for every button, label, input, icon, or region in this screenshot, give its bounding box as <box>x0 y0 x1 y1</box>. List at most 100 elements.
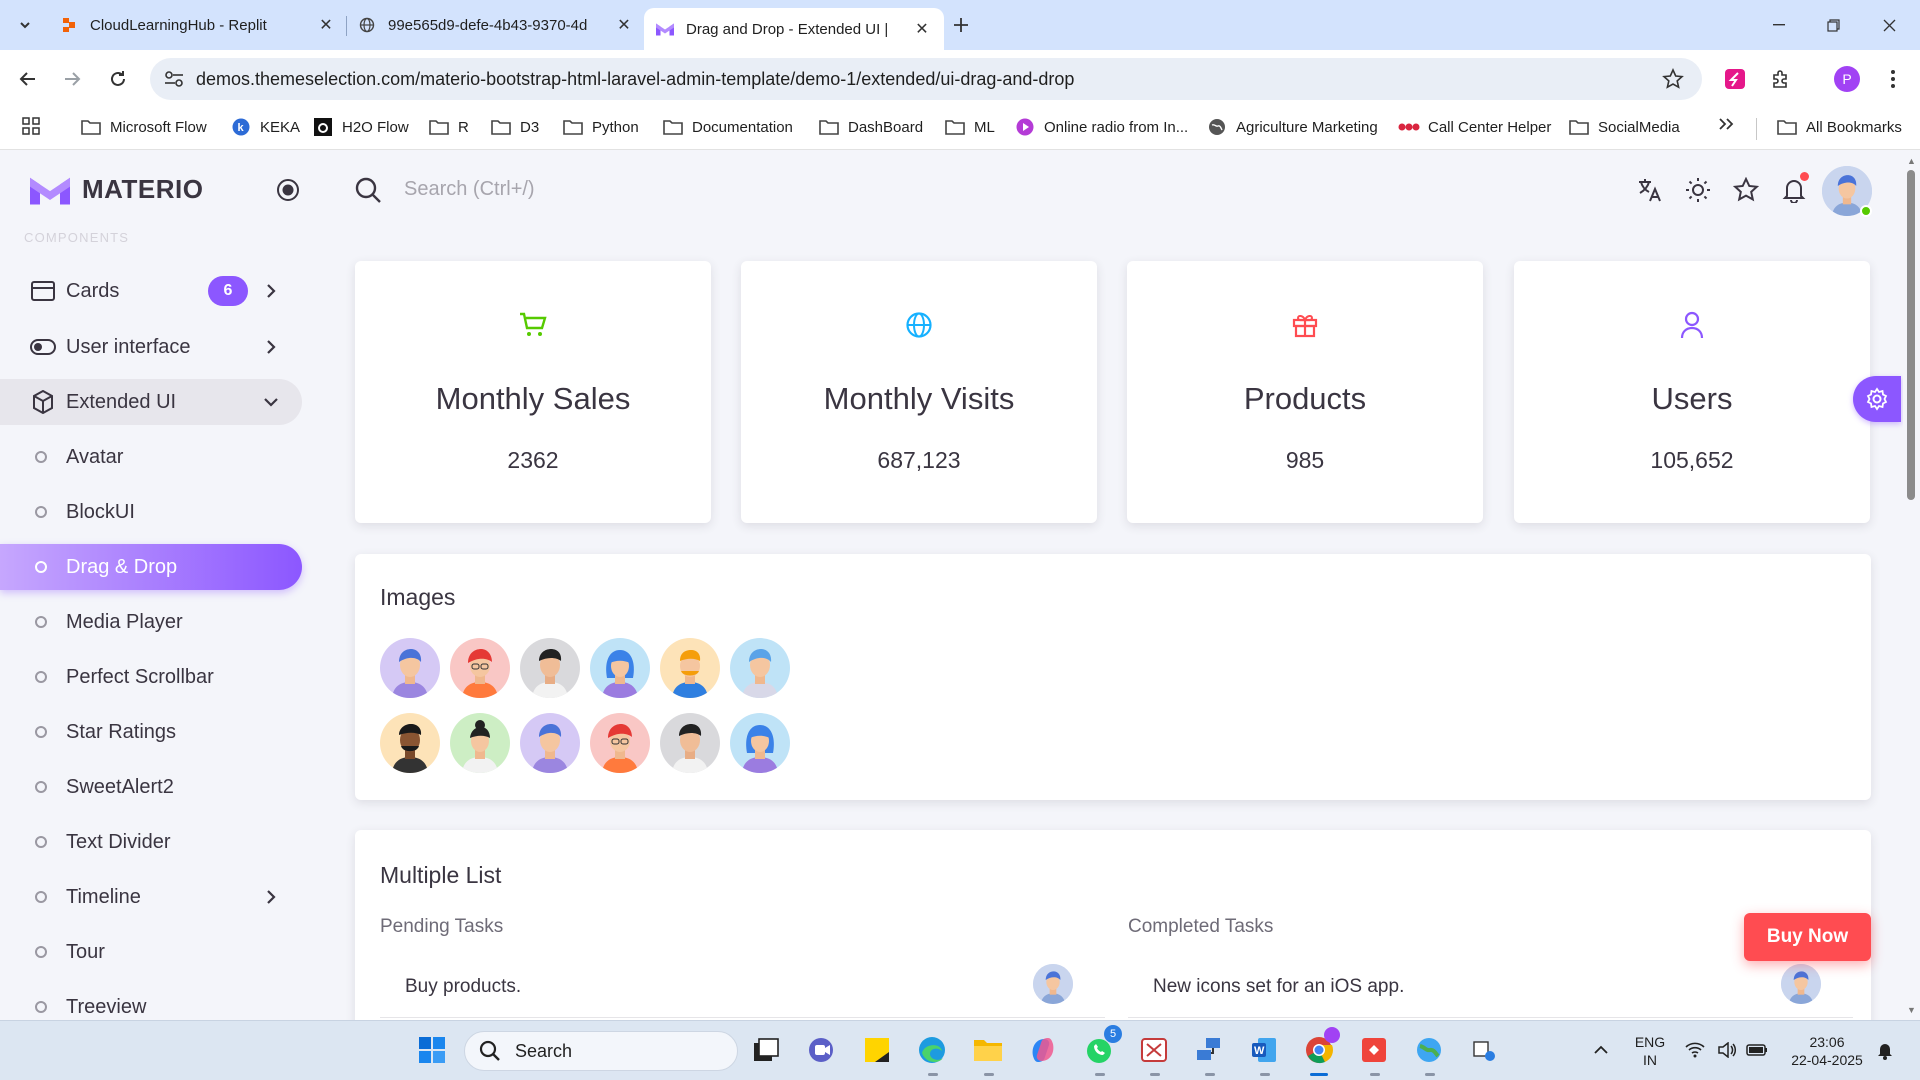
stat-card-products[interactable]: Products 985 <box>1127 261 1483 523</box>
theme-toggle-button[interactable] <box>1684 176 1712 204</box>
task-view-button[interactable] <box>747 1031 785 1069</box>
draggable-avatar[interactable] <box>520 713 580 773</box>
word-button[interactable]: W <box>1245 1031 1283 1069</box>
bookmark-dashboard[interactable]: DashBoard <box>818 117 923 137</box>
all-bookmarks-button[interactable]: All Bookmarks <box>1776 117 1902 137</box>
draggable-avatar[interactable] <box>590 713 650 773</box>
address-bar[interactable]: demos.themeselection.com/materio-bootstr… <box>150 58 1702 100</box>
restore-button[interactable] <box>1810 10 1856 40</box>
draggable-avatar[interactable] <box>380 638 440 698</box>
bookmark-star-icon[interactable] <box>1662 68 1684 90</box>
draggable-avatar[interactable] <box>450 638 510 698</box>
tab-replit[interactable]: CloudLearningHub - Replit ✕ <box>48 8 348 42</box>
scroll-up-arrow[interactable]: ▲ <box>1905 154 1918 167</box>
file-explorer-button[interactable] <box>969 1031 1007 1069</box>
sidebar-item-sweetalert2[interactable]: SweetAlert2 <box>0 764 302 810</box>
bookmark-documentation[interactable]: Documentation <box>662 117 793 137</box>
chrome-button[interactable] <box>1300 1027 1340 1069</box>
taskbar-search[interactable]: Search <box>464 1031 738 1071</box>
sidebar-toggle-button[interactable] <box>276 178 300 202</box>
battery-button[interactable] <box>1738 1031 1776 1069</box>
stat-card-monthly-sales[interactable]: Monthly Sales 2362 <box>355 261 711 523</box>
more-bookmarks-button[interactable] <box>1718 117 1734 131</box>
bookmark-socialmedia[interactable]: SocialMedia <box>1568 117 1680 137</box>
list-item[interactable]: New icons set for an iOS app. <box>1128 956 1853 1018</box>
site-settings-icon[interactable] <box>164 70 184 88</box>
template-customizer-button[interactable] <box>1853 376 1901 422</box>
profile-button[interactable]: P <box>1832 64 1862 94</box>
draggable-avatar[interactable] <box>730 638 790 698</box>
language-button[interactable] <box>1636 176 1664 204</box>
scrollbar-thumb[interactable] <box>1907 170 1915 500</box>
clock[interactable]: 23:06 22-04-2025 <box>1782 1033 1872 1069</box>
reload-button[interactable] <box>102 63 134 95</box>
url-text[interactable]: demos.themeselection.com/materio-bootstr… <box>196 69 1074 90</box>
show-hidden-icons-button[interactable] <box>1582 1031 1620 1069</box>
bookmark-microsoft-flow[interactable]: Microsoft Flow <box>80 117 207 137</box>
draggable-avatar[interactable] <box>660 638 720 698</box>
draggable-avatar[interactable] <box>450 713 510 773</box>
draggable-avatar[interactable] <box>660 713 720 773</box>
sidebar-item-treeview[interactable]: Treeview <box>0 984 302 1020</box>
brand-logo[interactable]: MATERIO <box>30 174 203 205</box>
search-input[interactable]: Search (Ctrl+/) <box>404 178 535 201</box>
bookmark-keka[interactable]: k KEKA <box>230 117 300 137</box>
sidebar-item-text-divider[interactable]: Text Divider <box>0 819 302 865</box>
apps-button[interactable] <box>22 117 40 135</box>
language-indicator[interactable]: ENG IN <box>1630 1033 1670 1069</box>
search-icon[interactable] <box>354 176 382 204</box>
bookmark-call-center-helper[interactable]: Call Center Helper <box>1398 117 1551 137</box>
bookmark-h2o-flow[interactable]: H2O Flow <box>312 117 409 137</box>
bookmark-agriculture-marketing[interactable]: Agriculture Marketing <box>1206 117 1378 137</box>
extensions-menu-button[interactable] <box>1766 64 1796 94</box>
tab-uuid[interactable]: 99e565d9-defe-4b43-9370-4d ✕ <box>346 8 646 42</box>
sidebar-item-extended-ui[interactable]: Extended UI <box>0 379 302 425</box>
teams-button[interactable] <box>803 1031 841 1069</box>
app-globe-button[interactable] <box>1410 1031 1448 1069</box>
sidebar-item-avatar[interactable]: Avatar <box>0 434 302 480</box>
draggable-avatar[interactable] <box>590 638 650 698</box>
edge-button[interactable] <box>913 1031 951 1069</box>
sidebar-item-star-ratings[interactable]: Star Ratings <box>0 709 302 755</box>
window-close-button[interactable] <box>1866 10 1912 40</box>
tab-drag-and-drop[interactable]: Drag and Drop - Extended UI | ✕ <box>644 8 944 50</box>
extension-button[interactable] <box>1720 64 1750 94</box>
stat-card-monthly-visits[interactable]: Monthly Visits 687,123 <box>741 261 1097 523</box>
bookmark-online-radio[interactable]: Online radio from In... <box>1014 117 1188 137</box>
sidebar-item-media-player[interactable]: Media Player <box>0 599 302 645</box>
draggable-avatar[interactable] <box>380 713 440 773</box>
close-icon[interactable]: ✕ <box>912 19 932 39</box>
sidebar-item-perfect-scrollbar[interactable]: Perfect Scrollbar <box>0 654 302 700</box>
stat-card-users[interactable]: Users 105,652 <box>1514 261 1870 523</box>
forward-button[interactable] <box>56 63 88 95</box>
anydesk-button[interactable] <box>1355 1031 1393 1069</box>
bookmark-python[interactable]: Python <box>562 117 639 137</box>
close-icon[interactable]: ✕ <box>614 15 634 35</box>
bookmark-d3[interactable]: D3 <box>490 117 539 137</box>
minimize-button[interactable] <box>1756 10 1802 40</box>
browser-menu-button[interactable] <box>1878 64 1908 94</box>
close-icon[interactable]: ✕ <box>316 15 336 35</box>
buy-now-button[interactable]: Buy Now <box>1744 913 1871 961</box>
new-tab-button[interactable] <box>946 10 976 40</box>
sidebar-item-drag-and-drop[interactable]: Drag & Drop <box>0 544 302 590</box>
back-button[interactable] <box>12 63 44 95</box>
sidebar-item-tour[interactable]: Tour <box>0 929 302 975</box>
sidebar-item-cards[interactable]: Cards 6 <box>0 268 302 314</box>
network-tool-button[interactable] <box>1190 1031 1228 1069</box>
list-item[interactable]: Buy products. <box>380 956 1105 1018</box>
scroll-down-arrow[interactable]: ▼ <box>1905 1003 1918 1016</box>
draggable-avatar[interactable] <box>520 638 580 698</box>
snipping-tool-button[interactable] <box>1135 1031 1173 1069</box>
notification-center-button[interactable] <box>1866 1031 1904 1069</box>
tray-app-button[interactable] <box>1465 1031 1503 1069</box>
shortcuts-button[interactable] <box>1732 176 1760 204</box>
whatsapp-button[interactable]: 5 <box>1080 1025 1122 1069</box>
sidebar-item-timeline[interactable]: Timeline <box>0 874 302 920</box>
copilot-button[interactable] <box>1024 1031 1062 1069</box>
sidebar-item-user-interface[interactable]: User interface <box>0 324 302 370</box>
sticky-notes-button[interactable] <box>858 1031 896 1069</box>
bookmark-ml[interactable]: ML <box>944 117 995 137</box>
draggable-avatar[interactable] <box>730 713 790 773</box>
tab-search-button[interactable] <box>10 10 40 40</box>
